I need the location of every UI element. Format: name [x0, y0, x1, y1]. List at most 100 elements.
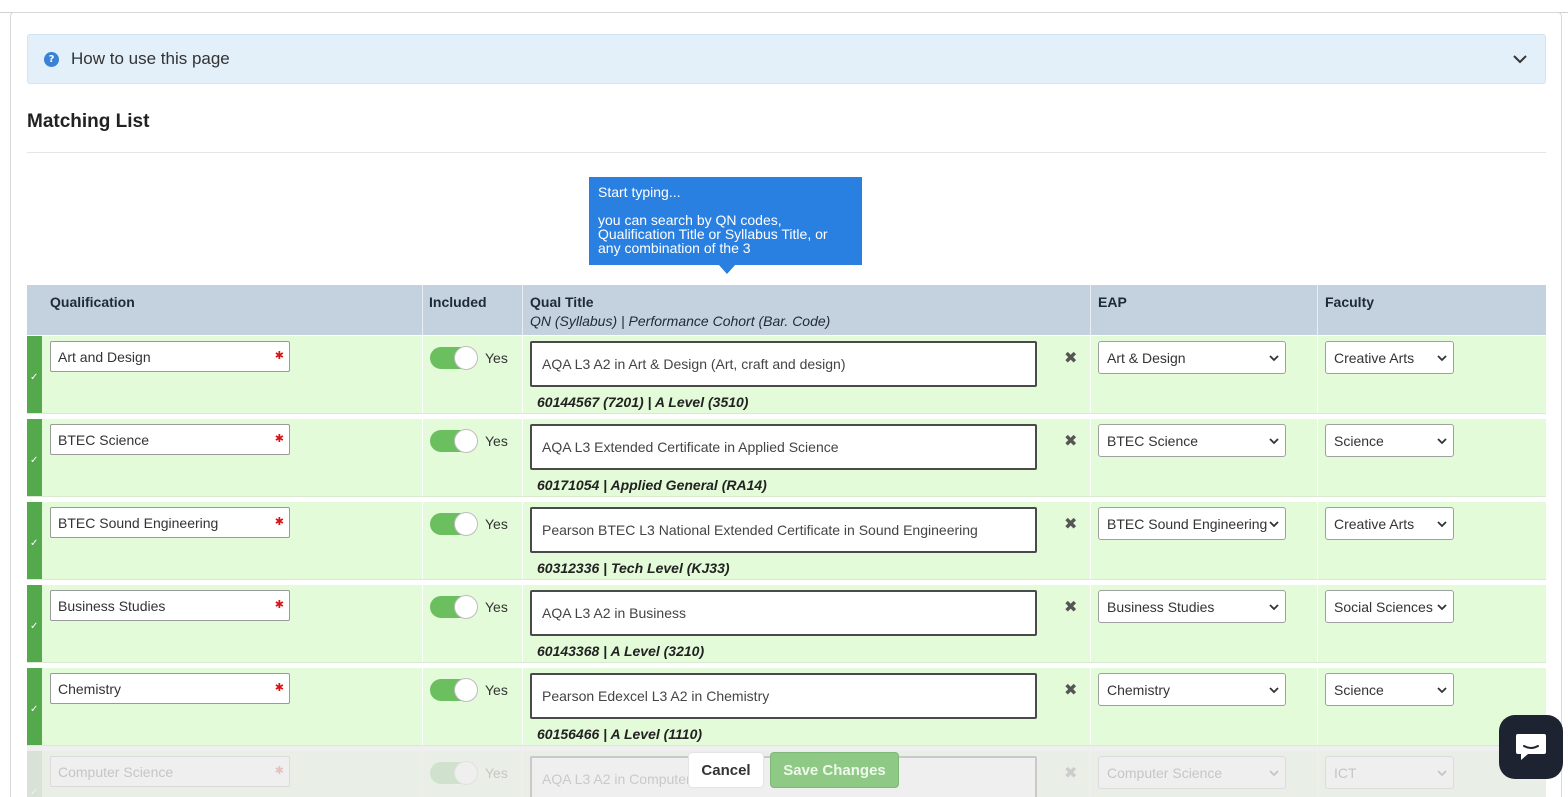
chevron-down-icon — [1269, 438, 1279, 445]
how-to-use-accordion[interactable]: ? How to use this page — [27, 34, 1546, 84]
cancel-button[interactable]: Cancel — [688, 752, 764, 788]
qual-title-search-input[interactable]: AQA L3 A2 in Business — [530, 590, 1037, 636]
qual-title-value: AQA L3 A2 in Business — [542, 605, 686, 621]
qualification-value: Art and Design — [58, 349, 151, 365]
table-row: ✓ Art and Design ✱ Yes AQA L3 A2 in Art & De… — [27, 336, 1546, 414]
chevron-down-icon — [1437, 687, 1447, 694]
faculty-select[interactable]: Creative Arts — [1325, 341, 1454, 374]
qual-title-detail: 60156466 | A Level (1110) — [537, 726, 703, 742]
close-x-icon[interactable]: ✖ — [1064, 680, 1077, 700]
faculty-selected-value: Creative Arts — [1334, 350, 1415, 366]
faculty-select[interactable]: Science — [1325, 424, 1454, 457]
row-status-marker: ✓ — [27, 585, 42, 662]
qual-title-search-input[interactable]: Pearson Edexcel L3 A2 in Chemistry — [530, 673, 1037, 719]
qualification-input[interactable]: Art and Design ✱ — [50, 341, 290, 372]
eap-select[interactable]: Business Studies — [1098, 590, 1286, 623]
header-included: Included — [429, 294, 487, 310]
toggle-knob — [454, 346, 478, 370]
column-separator — [1317, 585, 1318, 662]
eap-selected-value: Art & Design — [1107, 350, 1186, 366]
qual-title-search-input[interactable]: AQA L3 Extended Certificate in Applied S… — [530, 424, 1037, 470]
required-asterisk: ✱ — [274, 350, 284, 362]
table-row: ✓ Chemistry ✱ Yes Pearson Edexcel L3 A2 in C… — [27, 668, 1546, 746]
faculty-select[interactable]: Social Sciences — [1325, 590, 1454, 623]
tooltip-heading: Start typing... — [598, 184, 681, 200]
column-separator — [1090, 419, 1091, 496]
included-toggle[interactable] — [430, 429, 478, 453]
check-icon: ✓ — [30, 621, 39, 632]
check-icon: ✓ — [30, 372, 39, 383]
qualification-input[interactable]: Chemistry ✱ — [50, 673, 290, 704]
column-separator — [422, 585, 423, 662]
faculty-selected-value: Science — [1334, 433, 1384, 449]
column-separator — [1317, 668, 1318, 745]
included-label: Yes — [485, 682, 508, 698]
close-x-icon[interactable]: ✖ — [1064, 514, 1077, 534]
column-separator — [522, 502, 523, 579]
column-separator — [1090, 502, 1091, 579]
column-separator — [522, 336, 523, 413]
save-changes-button[interactable]: Save Changes — [770, 752, 899, 788]
included-toggle[interactable] — [430, 678, 478, 702]
eap-selected-value: Chemistry — [1107, 682, 1171, 698]
column-separator — [422, 419, 423, 496]
column-separator — [422, 502, 423, 579]
chevron-down-icon — [1437, 521, 1447, 528]
qual-title-value: Pearson Edexcel L3 A2 in Chemistry — [542, 688, 770, 704]
eap-selected-value: BTEC Sound Engineering — [1107, 516, 1268, 532]
column-separator — [1090, 585, 1091, 662]
qualification-input[interactable]: BTEC Science ✱ — [50, 424, 290, 455]
included-toggle[interactable] — [430, 595, 478, 619]
column-separator — [522, 419, 523, 496]
column-separator — [1090, 668, 1091, 745]
row-status-marker: ✓ — [27, 502, 42, 579]
qualification-value: Chemistry — [58, 681, 122, 697]
how-to-use-label: How to use this page — [71, 49, 230, 68]
check-icon: ✓ — [30, 704, 39, 715]
qualification-input[interactable]: Business Studies ✱ — [50, 590, 290, 621]
eap-select[interactable]: BTEC Science — [1098, 424, 1286, 457]
column-separator — [522, 668, 523, 745]
search-tooltip: Start typing... you can search by QN cod… — [589, 177, 862, 265]
column-separator — [522, 285, 523, 335]
qual-title-detail: 60144567 (7201) | A Level (3510) — [537, 394, 749, 410]
column-separator — [1090, 285, 1091, 335]
table-row: ✓ BTEC Science ✱ Yes AQA L3 Extended Certifi… — [27, 419, 1546, 497]
chevron-down-icon — [1437, 355, 1447, 362]
header-eap: EAP — [1098, 294, 1127, 310]
eap-select[interactable]: Chemistry — [1098, 673, 1286, 706]
eap-select[interactable]: BTEC Sound Engineering — [1098, 507, 1286, 540]
eap-select[interactable]: Art & Design — [1098, 341, 1286, 374]
chevron-down-icon — [1437, 604, 1447, 611]
close-x-icon[interactable]: ✖ — [1064, 348, 1077, 368]
eap-selected-value: BTEC Science — [1107, 433, 1199, 449]
faculty-selected-value: Creative Arts — [1334, 516, 1415, 532]
chat-widget-button[interactable] — [1499, 715, 1563, 779]
qual-title-value: AQA L3 A2 in Art & Design (Art, craft an… — [542, 356, 846, 372]
qualification-input[interactable]: BTEC Sound Engineering ✱ — [50, 507, 290, 538]
column-separator — [1317, 502, 1318, 579]
faculty-select[interactable]: Creative Arts — [1325, 507, 1454, 540]
required-asterisk: ✱ — [274, 516, 284, 528]
close-x-icon[interactable]: ✖ — [1064, 597, 1077, 617]
faculty-selected-value: Science — [1334, 682, 1384, 698]
tooltip-arrow — [718, 264, 736, 274]
qualification-value: BTEC Sound Engineering — [58, 515, 219, 531]
qual-title-search-input[interactable]: AQA L3 A2 in Art & Design (Art, craft an… — [530, 341, 1037, 387]
qualification-value: Business Studies — [58, 598, 166, 614]
chevron-down-icon[interactable] — [1511, 50, 1529, 68]
table-header: Qualification Included Qual Title QN (Sy… — [27, 285, 1546, 335]
chevron-down-icon — [1437, 438, 1447, 445]
header-qual-title: Qual Title QN (Syllabus) | Performance C… — [530, 294, 830, 329]
faculty-selected-value: Social Sciences — [1334, 599, 1433, 615]
included-label: Yes — [485, 516, 508, 532]
table-row: ✓ BTEC Sound Engineering ✱ Yes Pearson BTEC … — [27, 502, 1546, 580]
included-toggle[interactable] — [430, 346, 478, 370]
row-status-marker: ✓ — [27, 336, 42, 413]
close-x-icon[interactable]: ✖ — [1064, 431, 1077, 451]
column-separator — [1090, 336, 1091, 413]
qual-title-search-input[interactable]: Pearson BTEC L3 National Extended Certif… — [530, 507, 1037, 553]
included-toggle[interactable] — [430, 512, 478, 536]
chevron-down-icon — [1269, 687, 1279, 694]
faculty-select[interactable]: Science — [1325, 673, 1454, 706]
